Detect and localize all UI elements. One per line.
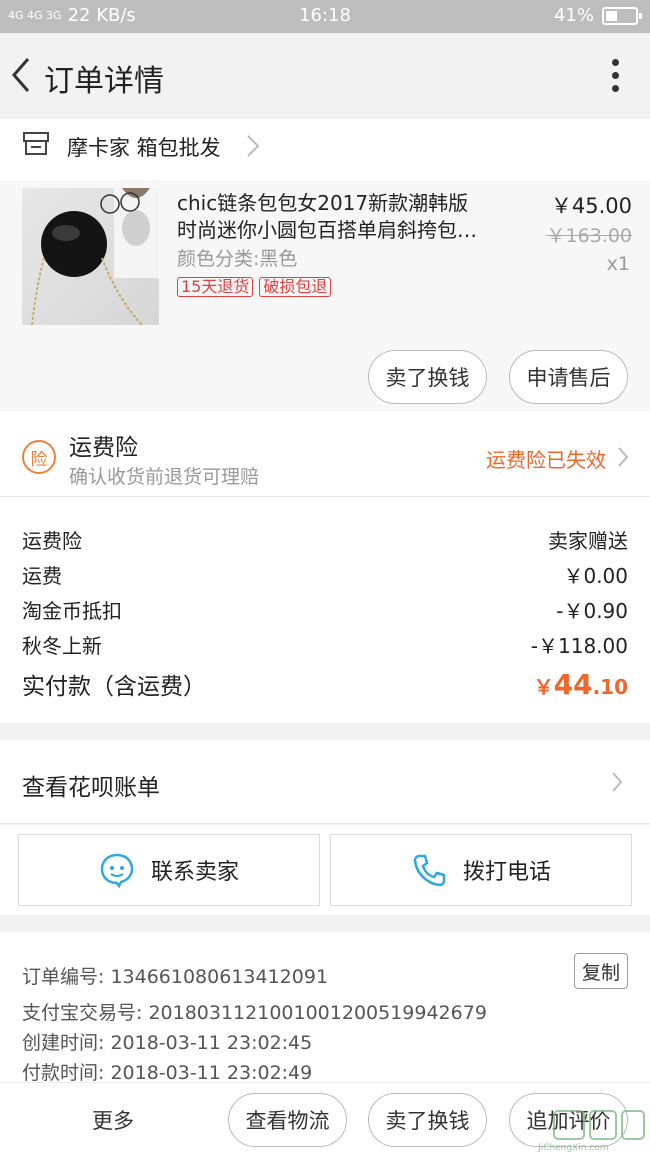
insurance-icon: 险 — [22, 440, 56, 474]
view-logistics-button[interactable]: 查看物流 — [228, 1093, 347, 1147]
fee-value: -￥0.90 — [556, 599, 628, 623]
huabei-bill-row[interactable]: 查看花呗账单 — [0, 740, 650, 824]
tag-damage: 破损包退 — [259, 277, 332, 297]
call-label: 拨打电话 — [462, 860, 551, 885]
sell-for-cash-button[interactable]: 卖了换钱 — [368, 350, 487, 404]
shop-name: 摩卡家 箱包批发 — [67, 136, 221, 160]
fee-value: ￥0.00 — [563, 564, 628, 588]
alipay-trade-number: 支付宝交易号: 2018031121001001200519942679 — [22, 1002, 487, 1024]
shop-row[interactable]: 摩卡家 箱包批发 — [0, 119, 650, 180]
fee-row: 淘金币抵扣 -￥0.90 — [22, 595, 628, 624]
chevron-right-icon — [247, 135, 260, 157]
watermark-logo: JiChengXin.com — [530, 1107, 648, 1153]
fee-value: 卖家赠送 — [548, 529, 628, 553]
product-card[interactable]: chic链条包包女2017新款潮韩版 时尚迷你小圆包百搭单肩斜挎包… 颜色分类:… — [0, 180, 650, 412]
store-icon — [23, 132, 49, 155]
total-row: 实付款（含运费） ￥44.10 — [22, 667, 628, 701]
shipping-insurance-row[interactable]: 险 运费险 确认收货前退货可理赔 运费险已失效 — [0, 412, 650, 497]
product-price: ￥45.00 — [550, 194, 632, 218]
status-bar: 4G 4G 3G 22 KB/s 16:18 41% — [0, 0, 650, 33]
battery-percent: 41% — [553, 5, 594, 26]
status-bar-right: 41% — [553, 5, 642, 26]
after-sales-button[interactable]: 申请售后 — [509, 350, 628, 404]
fee-row: 运费险 卖家赠送 — [22, 525, 628, 554]
contact-seller-label: 联系卖家 — [150, 860, 239, 885]
fee-label: 秋冬上新 — [22, 634, 102, 658]
chevron-right-icon — [618, 447, 629, 467]
product-attribute: 颜色分类:黑色 — [177, 248, 298, 270]
bottom-action-bar: 更多 查看物流 卖了换钱 追加评价 JiChengXin.com — [0, 1082, 650, 1155]
fee-label: 运费 — [22, 564, 62, 588]
total-decimal: .10 — [592, 675, 628, 699]
total-amount: ￥44.10 — [534, 668, 628, 701]
fee-value: -￥118.00 — [530, 634, 628, 658]
insurance-title: 运费险 — [69, 435, 138, 461]
tag-return: 15天退货 — [177, 277, 254, 297]
product-title-line2: 时尚迷你小圆包百搭单肩斜挎包… — [177, 218, 477, 242]
insurance-subtitle: 确认收货前退货可理赔 — [69, 466, 260, 488]
fee-row: 运费 ￥0.00 — [22, 560, 628, 589]
call-button[interactable]: 拨打电话 — [330, 834, 632, 906]
chevron-right-icon — [612, 772, 623, 792]
insurance-status: 运费险已失效 — [486, 448, 606, 472]
product-title-line1: chic链条包包女2017新款潮韩版 — [177, 191, 469, 215]
created-time: 创建时间: 2018-03-11 23:02:45 — [22, 1032, 313, 1054]
phone-icon — [413, 854, 446, 887]
total-label: 实付款（含运费） — [22, 674, 206, 700]
chevron-left-icon[interactable] — [8, 55, 34, 95]
product-image[interactable] — [22, 188, 159, 325]
fee-label: 淘金币抵扣 — [22, 599, 122, 623]
page-title: 订单详情 — [44, 64, 164, 99]
paid-time: 付款时间: 2018-03-11 23:02:49 — [22, 1062, 313, 1084]
huabei-label: 查看花呗账单 — [22, 775, 160, 801]
product-quantity: x1 — [606, 253, 630, 275]
original-price: ￥163.00 — [546, 225, 632, 247]
app-header: 订单详情 — [0, 33, 650, 119]
order-info: 订单编号: 134661080613412091 复制 支付宝交易号: 2018… — [0, 932, 650, 1084]
watermark-text: JiChengXin.com — [538, 1143, 609, 1153]
service-tags: 15天退货 破损包退 — [177, 277, 332, 297]
total-currency: ￥ — [533, 675, 554, 699]
fee-summary: 运费险 卖家赠送 运费 ￥0.00 淘金币抵扣 -￥0.90 秋冬上新 -￥11… — [0, 497, 650, 723]
order-number: 订单编号: 134661080613412091 — [22, 966, 329, 988]
status-time: 16:18 — [299, 5, 351, 26]
more-vertical-icon[interactable] — [610, 59, 620, 95]
battery-icon — [602, 6, 642, 25]
copy-button[interactable]: 复制 — [574, 953, 628, 989]
product-title: chic链条包包女2017新款潮韩版 时尚迷你小圆包百搭单肩斜挎包… — [177, 190, 507, 244]
contact-seller-button[interactable]: 联系卖家 — [18, 834, 320, 906]
fee-label: 运费险 — [22, 529, 82, 553]
more-button[interactable]: 更多 — [92, 1105, 134, 1135]
total-integer: 44 — [553, 668, 593, 701]
contact-bar: 联系卖家 拨打电话 — [0, 825, 650, 915]
sell-for-cash-button[interactable]: 卖了换钱 — [368, 1093, 487, 1147]
fee-row: 秋冬上新 -￥118.00 — [22, 630, 628, 659]
chat-bubble-icon — [100, 853, 134, 888]
